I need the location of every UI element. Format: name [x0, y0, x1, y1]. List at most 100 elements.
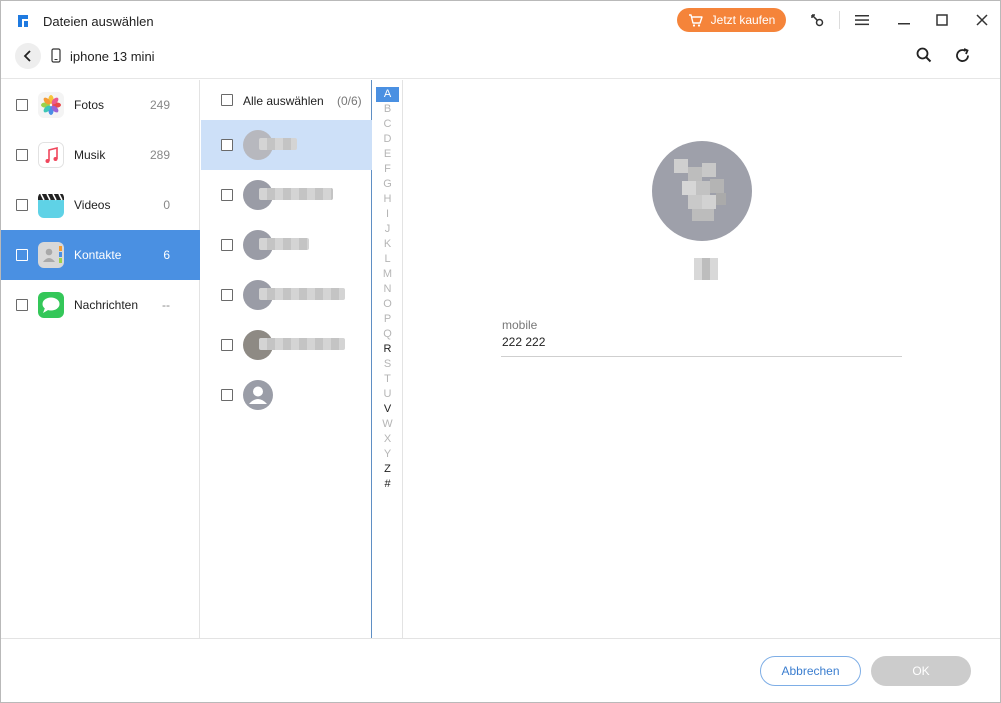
music-icon — [38, 142, 64, 168]
category-label: Videos — [74, 198, 111, 212]
select-all-row[interactable]: Alle auswählen (0/6) — [201, 80, 372, 120]
contact-photo — [652, 141, 752, 241]
selection-count: (0/6) — [337, 94, 362, 108]
device-bar: iphone 13 mini — [1, 39, 1000, 79]
checkbox[interactable] — [221, 289, 233, 301]
index-letter-q[interactable]: Q — [376, 327, 399, 342]
buy-now-button[interactable]: Jetzt kaufen — [677, 8, 786, 32]
checkbox[interactable] — [16, 99, 28, 111]
category-contacts[interactable]: Kontakte 6 — [1, 230, 200, 280]
category-label: Nachrichten — [74, 298, 139, 312]
videos-icon — [38, 192, 64, 218]
checkbox[interactable] — [221, 189, 233, 201]
checkbox[interactable] — [16, 299, 28, 311]
category-count: 6 — [163, 248, 170, 262]
contact-name-blurred — [259, 188, 333, 200]
category-videos[interactable]: Videos 0 — [1, 180, 200, 230]
index-letter-m[interactable]: M — [376, 267, 399, 282]
index-letter-v[interactable]: V — [376, 402, 399, 417]
category-count: 289 — [149, 148, 170, 162]
minimize-icon[interactable] — [893, 9, 915, 31]
category-label: Fotos — [74, 98, 105, 112]
checkbox[interactable] — [16, 199, 28, 211]
messages-icon — [38, 292, 64, 318]
close-icon[interactable] — [971, 9, 993, 31]
contact-row[interactable] — [201, 170, 372, 220]
index-letter-l[interactable]: L — [376, 252, 399, 267]
index-letter-g[interactable]: G — [376, 177, 399, 192]
phone-icon — [51, 48, 61, 63]
title-separator — [839, 11, 840, 29]
index-letter-hash[interactable]: # — [376, 477, 399, 492]
menu-icon[interactable] — [851, 9, 873, 31]
back-button[interactable] — [15, 43, 41, 69]
contacts-list: Alle auswählen (0/6) — [201, 80, 372, 638]
title-bar: Dateien auswählen Jetzt kaufen — [1, 1, 1000, 39]
checkbox[interactable] — [221, 339, 233, 351]
checkbox[interactable] — [16, 249, 28, 261]
maximize-icon[interactable] — [931, 9, 953, 31]
checkbox[interactable] — [221, 389, 233, 401]
contact-row[interactable] — [201, 370, 372, 420]
checkbox[interactable] — [221, 139, 233, 151]
index-letter-f[interactable]: F — [376, 162, 399, 177]
contact-name-blurred — [694, 258, 718, 280]
default-avatar-icon — [243, 380, 273, 410]
category-label: Musik — [74, 148, 106, 162]
category-photos[interactable]: Fotos 249 — [1, 80, 200, 130]
file-select-window: Dateien auswählen Jetzt kaufen iphone 13… — [0, 0, 1001, 703]
key-icon[interactable] — [806, 9, 828, 31]
index-letter-o[interactable]: O — [376, 297, 399, 312]
contact-name-blurred — [259, 238, 309, 250]
index-letter-z[interactable]: Z — [376, 462, 399, 477]
field-divider — [501, 356, 902, 357]
contact-row[interactable] — [201, 120, 372, 170]
index-letter-t[interactable]: T — [376, 372, 399, 387]
index-letter-a[interactable]: A — [376, 87, 399, 102]
photos-icon — [38, 92, 64, 118]
phone-field-label: mobile — [502, 318, 538, 332]
contact-detail-pane: mobile 222 222 — [404, 80, 1000, 638]
app-logo-icon — [18, 15, 28, 27]
contact-row[interactable] — [201, 270, 372, 320]
checkbox[interactable] — [16, 149, 28, 161]
category-count: 0 — [163, 198, 170, 212]
index-letter-y[interactable]: Y — [376, 447, 399, 462]
index-letter-b[interactable]: B — [376, 102, 399, 117]
category-music[interactable]: Musik 289 — [1, 130, 200, 180]
contact-name-blurred — [259, 338, 345, 350]
contact-row[interactable] — [201, 320, 372, 370]
contact-name-blurred — [259, 288, 345, 300]
checkbox[interactable] — [221, 239, 233, 251]
cart-icon — [688, 13, 703, 27]
alphabet-index: A B C D E F G H I J K L M N O P Q R S T … — [373, 80, 403, 638]
refresh-icon[interactable] — [951, 44, 973, 66]
index-letter-p[interactable]: P — [376, 312, 399, 327]
contacts-icon — [38, 242, 64, 268]
index-letter-x[interactable]: X — [376, 432, 399, 447]
index-letter-j[interactable]: J — [376, 222, 399, 237]
buy-now-label: Jetzt kaufen — [710, 13, 776, 27]
index-letter-k[interactable]: K — [376, 237, 399, 252]
chevron-left-icon — [23, 50, 31, 62]
index-letter-w[interactable]: W — [376, 417, 399, 432]
category-count: 249 — [149, 98, 170, 112]
index-letter-i[interactable]: I — [376, 207, 399, 222]
index-letter-c[interactable]: C — [376, 117, 399, 132]
footer: Abbrechen OK — [1, 638, 1000, 702]
category-messages[interactable]: Nachrichten -- — [1, 280, 200, 330]
contact-row[interactable] — [201, 220, 372, 270]
index-letter-n[interactable]: N — [376, 282, 399, 297]
index-letter-r[interactable]: R — [376, 342, 399, 357]
phone-field-value: 222 222 — [502, 335, 546, 349]
index-letter-e[interactable]: E — [376, 147, 399, 162]
index-letter-s[interactable]: S — [376, 357, 399, 372]
select-all-checkbox[interactable] — [221, 94, 233, 106]
index-letter-d[interactable]: D — [376, 132, 399, 147]
index-letter-u[interactable]: U — [376, 387, 399, 402]
cancel-button[interactable]: Abbrechen — [760, 656, 861, 686]
index-letter-h[interactable]: H — [376, 192, 399, 207]
ok-button[interactable]: OK — [871, 656, 971, 686]
category-label: Kontakte — [74, 248, 122, 262]
search-icon[interactable] — [913, 44, 935, 66]
